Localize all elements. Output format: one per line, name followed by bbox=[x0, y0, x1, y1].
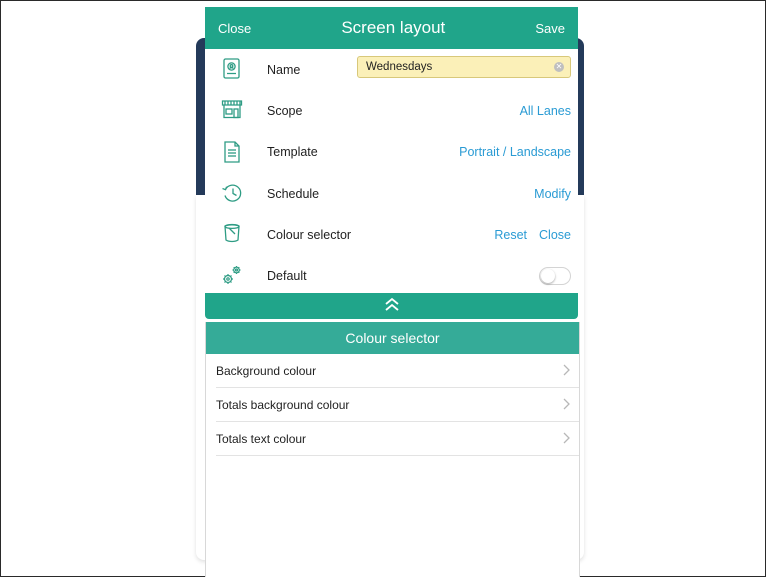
scope-label: Scope bbox=[267, 103, 303, 118]
name-input[interactable] bbox=[364, 60, 548, 74]
colour-selector-title: Colour selector bbox=[206, 322, 579, 354]
toggle-knob bbox=[541, 269, 555, 284]
header-bar: Close Screen layout Save bbox=[205, 7, 578, 49]
template-value-link[interactable]: Portrait / Landscape bbox=[459, 145, 571, 159]
close-button[interactable]: Close bbox=[218, 21, 251, 36]
name-label: Name bbox=[267, 62, 301, 77]
schedule-modify-link[interactable]: Modify bbox=[534, 187, 571, 201]
list-item-label: Totals text colour bbox=[216, 431, 307, 446]
paint-bucket-icon bbox=[221, 222, 243, 246]
gears-icon bbox=[221, 263, 243, 287]
chevron-right-icon bbox=[561, 431, 571, 445]
clear-icon[interactable]: ✕ bbox=[554, 62, 564, 72]
colour-selector-close-link[interactable]: Close bbox=[539, 228, 571, 242]
name-row: Name ✕ bbox=[205, 49, 578, 90]
colour-selector-label: Colour selector bbox=[267, 227, 352, 242]
document-icon bbox=[221, 140, 243, 164]
default-label: Default bbox=[267, 269, 307, 284]
history-clock-icon bbox=[221, 181, 243, 205]
colour-selector-row: Colour selector Reset Close bbox=[205, 214, 578, 255]
list-item-label: Totals background colour bbox=[216, 397, 350, 412]
scope-value-link[interactable]: All Lanes bbox=[520, 104, 571, 118]
page-title: Screen layout bbox=[341, 18, 446, 37]
schedule-label: Schedule bbox=[267, 186, 320, 201]
list-item-label: Background colour bbox=[216, 363, 317, 378]
scope-row[interactable]: Scope All Lanes bbox=[205, 90, 578, 131]
double-chevron-up-icon bbox=[383, 296, 401, 317]
totals-background-colour-item[interactable]: Totals background colour bbox=[216, 388, 579, 422]
screen-layout-panel: Close Screen layout Save Name ✕ bbox=[205, 7, 578, 319]
chevron-right-icon bbox=[561, 363, 571, 377]
default-toggle[interactable] bbox=[539, 267, 571, 286]
default-row: Default bbox=[205, 255, 578, 296]
reset-link[interactable]: Reset bbox=[494, 228, 527, 242]
template-row[interactable]: Template Portrait / Landscape bbox=[205, 132, 578, 173]
template-label: Template bbox=[267, 145, 318, 160]
totals-text-colour-item[interactable]: Totals text colour bbox=[216, 422, 579, 456]
storefront-icon bbox=[221, 98, 243, 122]
schedule-row[interactable]: Schedule Modify bbox=[205, 173, 578, 214]
colour-selector-panel: Colour selector Background colour Totals… bbox=[205, 322, 580, 577]
contact-card-icon bbox=[221, 57, 243, 81]
collapse-bar[interactable] bbox=[205, 293, 578, 319]
save-button[interactable]: Save bbox=[535, 21, 565, 36]
background-colour-item[interactable]: Background colour bbox=[216, 354, 579, 388]
name-field[interactable]: ✕ bbox=[357, 56, 571, 78]
chevron-right-icon bbox=[561, 397, 571, 411]
